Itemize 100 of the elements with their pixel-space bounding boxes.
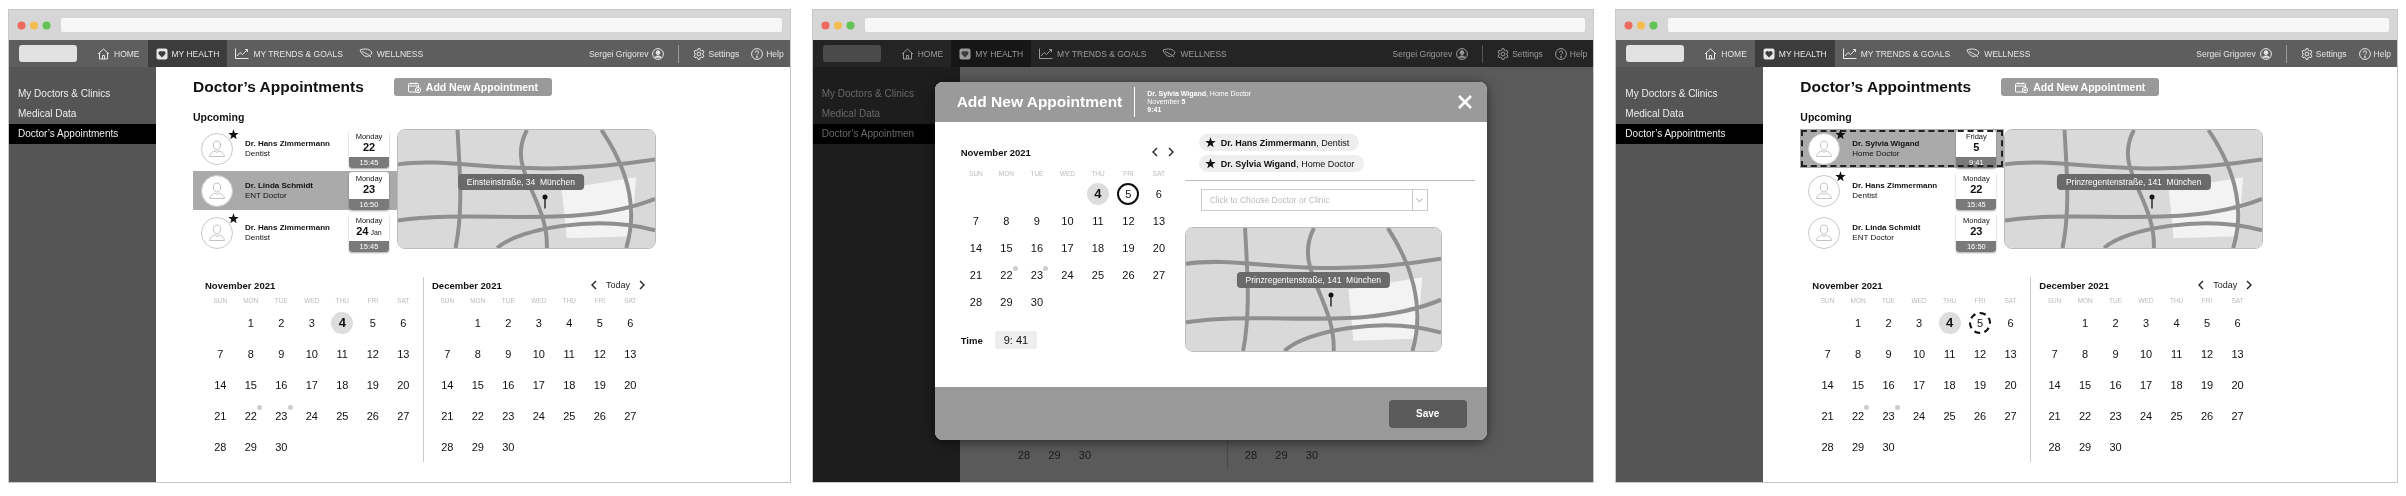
calendar-day[interactable]: 21 bbox=[964, 263, 987, 286]
help-link[interactable]: Help bbox=[745, 47, 790, 60]
calendar-day[interactable]: 18 bbox=[2165, 373, 2188, 396]
calendar-day[interactable]: 14 bbox=[2043, 373, 2066, 396]
calendar-day[interactable]: 25 bbox=[1086, 263, 1109, 286]
calendar-day[interactable]: 24 bbox=[300, 404, 323, 427]
calendar-day[interactable]: 17 bbox=[300, 373, 323, 396]
calendar-day[interactable]: 29 bbox=[2074, 435, 2097, 458]
nav-tab[interactable]: WELLNESS bbox=[1154, 40, 1235, 67]
calendar-day[interactable]: 28 bbox=[209, 435, 232, 458]
calendar-day[interactable]: 17 bbox=[527, 373, 550, 396]
calendar-day[interactable]: 10 bbox=[1908, 342, 1931, 365]
calendar-day[interactable]: 17 bbox=[2135, 373, 2158, 396]
calendar-day[interactable]: 5 bbox=[2196, 311, 2219, 334]
calendar-day[interactable]: 19 bbox=[1117, 236, 1140, 259]
sidebar-item[interactable]: Doctor’s Appointments bbox=[1616, 124, 1764, 144]
calendar-day[interactable]: 12 bbox=[361, 342, 384, 365]
calendar-day[interactable]: 14 bbox=[209, 373, 232, 396]
calendar-day[interactable]: 23 bbox=[270, 404, 293, 427]
calendar-day[interactable]: 5 bbox=[1117, 182, 1140, 205]
today-button[interactable]: Today bbox=[605, 280, 630, 290]
calendar-day[interactable]: 17 bbox=[1908, 373, 1931, 396]
calendar-day[interactable]: 21 bbox=[2043, 404, 2066, 427]
calendar-day[interactable]: 29 bbox=[239, 435, 262, 458]
calendar-day[interactable]: 28 bbox=[1816, 435, 1839, 458]
nav-tab[interactable]: MY HEALTH bbox=[951, 40, 1032, 67]
calendar-day[interactable]: 1 bbox=[239, 311, 262, 334]
time-field[interactable]: 9: 41 bbox=[994, 331, 1038, 349]
calendar-day[interactable]: 13 bbox=[2226, 342, 2249, 365]
calendar-day[interactable]: 30 bbox=[1025, 290, 1048, 313]
sidebar-item[interactable]: My Doctors & Clinics bbox=[1616, 84, 1764, 104]
today-button[interactable]: Today bbox=[2213, 280, 2238, 290]
calendar-day[interactable]: 18 bbox=[1938, 373, 1961, 396]
calendar-day[interactable]: 8 bbox=[995, 209, 1018, 232]
calendar-day[interactable]: 20 bbox=[2226, 373, 2249, 396]
calendar-day[interactable]: 6 bbox=[1147, 182, 1170, 205]
calendar-day[interactable]: 1 bbox=[1847, 311, 1870, 334]
calendar-day[interactable]: 13 bbox=[392, 342, 415, 365]
calendar-day[interactable]: 5 bbox=[588, 311, 611, 334]
sidebar-item[interactable]: My Doctors & Clinics bbox=[9, 84, 156, 104]
calendar-day[interactable]: 2 bbox=[1877, 311, 1900, 334]
calendar-day[interactable]: 10 bbox=[527, 342, 550, 365]
calendar-day[interactable]: 4 bbox=[1086, 182, 1109, 205]
calendar-day[interactable]: 30 bbox=[2104, 435, 2127, 458]
calendar-day[interactable]: 10 bbox=[1056, 209, 1079, 232]
calendar-day[interactable]: 24 bbox=[1908, 404, 1931, 427]
calendar-day[interactable]: 4 bbox=[1938, 311, 1961, 334]
help-link[interactable]: Help bbox=[2352, 47, 2397, 60]
nav-tab[interactable]: HOME bbox=[892, 40, 952, 67]
calendar-day[interactable]: 15 bbox=[1847, 373, 1870, 396]
calendar-day[interactable]: 28 bbox=[436, 435, 459, 458]
calendar-day[interactable]: 23 bbox=[2104, 404, 2127, 427]
calendar-day[interactable]: 13 bbox=[1147, 209, 1170, 232]
nav-tab[interactable]: MY HEALTH bbox=[147, 40, 228, 67]
calendar-day[interactable]: 4 bbox=[2165, 311, 2188, 334]
calendar-day[interactable]: 27 bbox=[619, 404, 642, 427]
calendar-day[interactable]: 26 bbox=[1117, 263, 1140, 286]
calendar-day[interactable]: 9 bbox=[1877, 342, 1900, 365]
calendar-day[interactable]: 16 bbox=[2104, 373, 2127, 396]
user-icon[interactable] bbox=[1456, 47, 1469, 60]
calendar-day[interactable]: 26 bbox=[1969, 404, 1992, 427]
user-name[interactable]: Sergei Grigorev bbox=[2196, 48, 2256, 59]
calendar-day[interactable]: 1 bbox=[2074, 311, 2097, 334]
doctor-chip[interactable]: Dr. Hans Zimmermann, Dentist bbox=[1198, 134, 1360, 151]
calendar-day[interactable]: 3 bbox=[527, 311, 550, 334]
calendar-day[interactable]: 11 bbox=[558, 342, 581, 365]
calendar-day[interactable]: 26 bbox=[2196, 404, 2219, 427]
sidebar-item[interactable]: Medical Data bbox=[1616, 104, 1764, 124]
next-month-icon[interactable] bbox=[2245, 280, 2254, 290]
calendar-day[interactable]: 23 bbox=[1877, 404, 1900, 427]
calendar-day[interactable]: 15 bbox=[2074, 373, 2097, 396]
calendar-day[interactable]: 10 bbox=[2135, 342, 2158, 365]
calendar-day[interactable]: 11 bbox=[1086, 209, 1109, 232]
previous-month-icon[interactable] bbox=[1150, 147, 1159, 157]
calendar-day[interactable]: 12 bbox=[1969, 342, 1992, 365]
calendar-day[interactable]: 7 bbox=[2043, 342, 2066, 365]
nav-tab[interactable]: MY TRENDS & GOALS bbox=[1031, 40, 1155, 67]
settings-link[interactable]: Settings bbox=[1491, 47, 1549, 60]
calendar-day[interactable]: 11 bbox=[1938, 342, 1961, 365]
calendar-day[interactable]: 30 bbox=[270, 435, 293, 458]
calendar-day[interactable]: 6 bbox=[619, 311, 642, 334]
sidebar-item[interactable]: Medical Data bbox=[9, 104, 156, 124]
sidebar-item[interactable]: Doctor’s Appointments bbox=[9, 124, 156, 144]
settings-link[interactable]: Settings bbox=[2294, 47, 2353, 60]
calendar-day[interactable]: 3 bbox=[300, 311, 323, 334]
calendar-day[interactable]: 20 bbox=[392, 373, 415, 396]
calendar-day[interactable]: 21 bbox=[436, 404, 459, 427]
calendar-day[interactable]: 25 bbox=[2165, 404, 2188, 427]
calendar-day[interactable]: 6 bbox=[392, 311, 415, 334]
calendar-day[interactable]: 23 bbox=[497, 404, 520, 427]
calendar-day[interactable]: 30 bbox=[1877, 435, 1900, 458]
calendar-day[interactable]: 5 bbox=[361, 311, 384, 334]
map[interactable]: Prinzregentenstraße, 141 München bbox=[1184, 227, 1442, 352]
calendar-day[interactable]: 20 bbox=[1999, 373, 2022, 396]
map-pin-icon[interactable] bbox=[541, 194, 548, 209]
calendar-day[interactable]: 16 bbox=[497, 373, 520, 396]
calendar-day[interactable]: 17 bbox=[1056, 236, 1079, 259]
calendar-day[interactable]: 12 bbox=[2196, 342, 2219, 365]
calendar-day[interactable]: 7 bbox=[209, 342, 232, 365]
calendar-day[interactable]: 30 bbox=[497, 435, 520, 458]
